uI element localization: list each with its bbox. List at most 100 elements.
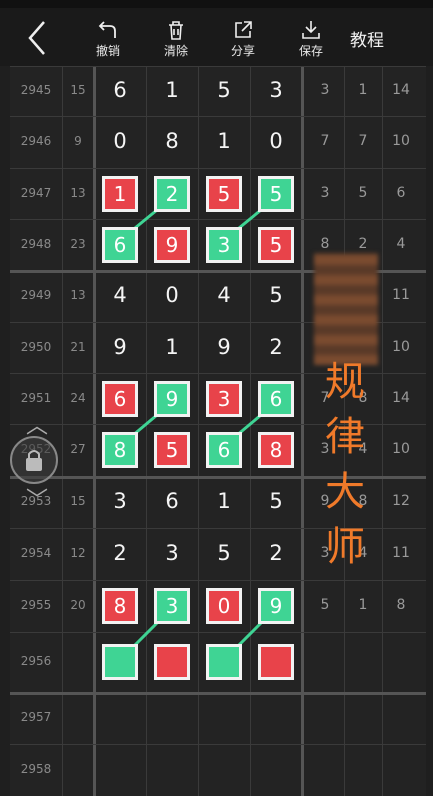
lock-button[interactable] <box>10 436 58 484</box>
stat-value: 1 <box>358 597 368 613</box>
draw-digit[interactable]: 5 <box>198 541 250 565</box>
red-marker[interactable]: 5 <box>154 432 190 468</box>
period-number: 2958 <box>20 762 52 776</box>
sum-value: 23 <box>70 236 86 251</box>
green-marker[interactable]: 6 <box>258 380 294 417</box>
green-marker[interactable]: 3 <box>206 226 242 263</box>
red-marker[interactable]: 5 <box>258 226 294 263</box>
draw-digit[interactable]: 1 <box>146 335 198 359</box>
sum-value: 27 <box>70 442 86 456</box>
watermark-char: 规 <box>325 359 365 405</box>
undo-icon <box>98 21 116 38</box>
red-marker[interactable] <box>258 644 294 680</box>
period-number: 2957 <box>20 710 52 724</box>
lock-icon <box>26 450 42 471</box>
red-marker[interactable]: 6 <box>102 380 138 417</box>
stat-value: 3 <box>320 82 330 98</box>
draw-digit[interactable]: 6 <box>94 78 146 102</box>
draw-digit[interactable]: 5 <box>250 489 302 513</box>
draw-digit[interactable]: 3 <box>94 489 146 513</box>
draw-digit[interactable]: 9 <box>198 335 250 359</box>
watermark-char: 律 <box>325 414 365 460</box>
stat-value: 5 <box>320 597 330 613</box>
row-divider <box>10 744 426 745</box>
green-marker[interactable]: 3 <box>154 588 190 624</box>
row-divider <box>10 692 426 695</box>
download-icon <box>302 21 320 39</box>
sum-value: 9 <box>74 134 82 148</box>
period-number: 2956 <box>20 654 52 668</box>
green-marker[interactable]: 5 <box>258 175 294 212</box>
undo-button[interactable]: 撤销 <box>82 18 134 64</box>
period-number: 2951 <box>20 390 52 405</box>
sum-value: 20 <box>70 598 86 612</box>
undo-label: 撤销 <box>95 44 120 58</box>
draw-digit[interactable]: 2 <box>250 335 302 359</box>
draw-digit[interactable]: 0 <box>250 129 302 153</box>
draw-digit[interactable]: 2 <box>94 541 146 565</box>
watermark: 规 律 大 师 <box>320 355 370 575</box>
green-marker[interactable] <box>102 644 138 680</box>
share-button[interactable]: 分享 <box>217 18 269 64</box>
stat-value: 7 <box>320 133 330 149</box>
red-marker[interactable]: 0 <box>206 588 242 624</box>
toolbar: 撤销 清除 分享 保存 教程 <box>0 8 433 66</box>
red-marker[interactable] <box>154 644 190 680</box>
period-number: 2955 <box>20 598 52 612</box>
stat-value: 3 <box>320 184 330 201</box>
row-divider <box>10 632 426 633</box>
sum-value: 21 <box>70 339 86 354</box>
green-marker[interactable]: 6 <box>206 432 242 468</box>
red-marker[interactable]: 3 <box>206 380 242 417</box>
draw-digit[interactable]: 6 <box>146 489 198 513</box>
green-marker[interactable]: 8 <box>102 432 138 468</box>
grid-column-line <box>382 66 383 796</box>
red-marker[interactable]: 5 <box>206 175 242 212</box>
draw-digit[interactable]: 4 <box>198 283 250 307</box>
period-number: 2954 <box>20 546 52 560</box>
period-number: 2949 <box>20 288 52 302</box>
green-marker[interactable]: 6 <box>102 226 138 263</box>
tutorial-button[interactable]: 教程 <box>350 26 384 51</box>
red-marker[interactable]: 9 <box>154 226 190 263</box>
grid-section-divider <box>93 66 96 796</box>
back-button[interactable] <box>18 16 58 60</box>
stat-value: 14 <box>392 82 410 98</box>
row-divider <box>10 580 426 581</box>
sum-value: 13 <box>70 288 86 302</box>
chevron-up-icon[interactable]: ︿ <box>26 408 48 440</box>
draw-digit[interactable]: 4 <box>94 283 146 307</box>
draw-digit[interactable]: 5 <box>198 78 250 102</box>
green-marker[interactable]: 9 <box>154 380 190 417</box>
draw-digit[interactable]: 1 <box>198 129 250 153</box>
red-marker[interactable]: 8 <box>102 588 138 624</box>
stat-value: 11 <box>392 287 410 303</box>
green-marker[interactable]: 9 <box>258 588 294 624</box>
clear-button[interactable]: 清除 <box>150 18 202 64</box>
draw-digit[interactable]: 9 <box>94 335 146 359</box>
row-divider <box>10 168 426 169</box>
period-number: 2947 <box>20 185 52 200</box>
red-marker[interactable]: 1 <box>102 175 138 212</box>
green-marker[interactable]: 2 <box>154 175 190 212</box>
draw-digit[interactable]: 2 <box>250 541 302 565</box>
draw-digit[interactable]: 5 <box>250 283 302 307</box>
stat-value: 7 <box>358 133 368 149</box>
draw-digit[interactable]: 3 <box>146 541 198 565</box>
draw-digit[interactable]: 1 <box>146 78 198 102</box>
stat-value: 4 <box>396 235 406 252</box>
chevron-down-icon[interactable]: ﹀ <box>26 482 48 514</box>
sum-value: 12 <box>70 546 86 560</box>
draw-digit[interactable]: 0 <box>146 283 198 307</box>
grid-section-divider <box>301 66 304 796</box>
stat-value: 8 <box>396 597 406 613</box>
red-marker[interactable]: 8 <box>258 432 294 468</box>
sum-value: 24 <box>70 390 86 405</box>
stat-value: 8 <box>320 235 330 252</box>
draw-digit[interactable]: 8 <box>146 129 198 153</box>
draw-digit[interactable]: 1 <box>198 489 250 513</box>
green-marker[interactable] <box>206 644 242 680</box>
save-button[interactable]: 保存 <box>285 18 337 64</box>
draw-digit[interactable]: 0 <box>94 129 146 153</box>
draw-digit[interactable]: 3 <box>250 78 302 102</box>
